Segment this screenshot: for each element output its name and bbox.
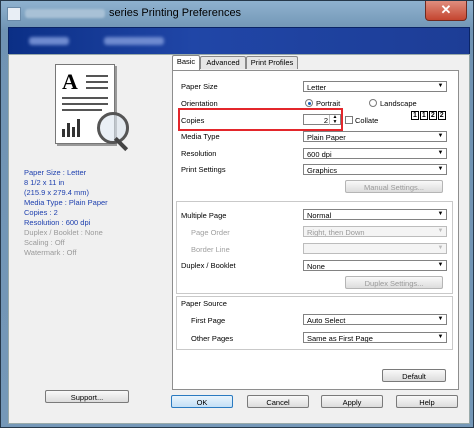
apply-button[interactable]: Apply [321,395,383,408]
first-page-label: First Page [191,316,226,325]
resolution-select[interactable]: 600 dpi ▼ [303,148,447,159]
preview-text-line [86,75,108,77]
duplex-booklet-select[interactable]: None ▼ [303,260,447,271]
chevron-down-icon: ▼ [437,133,444,139]
chevron-down-icon: ▼ [437,150,444,156]
manual-settings-button[interactable]: Manual Settings... [345,180,443,193]
collate-pages-icon: 1122 [411,111,446,120]
paper-size-label: Paper Size [181,82,218,91]
duplex-booklet-value: None [307,262,325,271]
summary-scaling: Scaling : Off [24,238,65,247]
multiple-page-label: Multiple Page [181,211,227,220]
summary-media-type: Media Type : Plain Paper [24,198,108,207]
paper-source-label: Paper Source [181,299,227,308]
support-button[interactable]: Support... [45,390,129,403]
close-button[interactable]: ✕ [425,1,467,21]
chevron-down-icon: ▼ [437,83,444,89]
preview-letter: A [62,69,78,94]
printing-preferences-window: series Printing Preferences ✕ A Paper Si… [0,0,474,428]
summary-duplex: Duplex / Booklet : None [24,228,103,237]
paper-size-value: Letter [307,83,327,92]
settings-summary: Paper Size : Letter 8 1/2 x 11 in (215.9… [24,168,154,258]
tab-print-profiles[interactable]: Print Profiles [246,56,298,69]
media-type-value: Plain Paper [307,133,346,142]
chevron-down-icon: ▼ [437,334,444,340]
preview-text-line [62,109,102,111]
resolution-label: Resolution [181,149,217,158]
multiple-page-value: Normal [307,211,332,220]
preview-text-line [86,87,108,89]
redacted-model-name [25,8,105,18]
copies-highlight-box [178,108,343,131]
tab-advanced[interactable]: Advanced [200,56,246,69]
preview-text-line [62,103,108,105]
orientation-label: Orientation [181,99,218,108]
duplex-booklet-label: Duplex / Booklet [181,261,236,270]
page-order-value: Right, then Down [307,228,365,237]
media-type-label: Media Type [181,132,220,141]
chevron-down-icon: ▼ [437,316,444,322]
summary-paper-size: Paper Size : Letter [24,168,87,177]
multiple-page-select[interactable]: Normal ▼ [303,209,447,220]
window-title-text: series Printing Preferences [109,7,242,19]
border-line-label: Border Line [191,245,230,254]
redacted-model-label [104,37,164,45]
chevron-down-icon: ▼ [437,211,444,217]
media-type-select[interactable]: Plain Paper ▼ [303,131,447,142]
chevron-down-icon: ▼ [437,245,444,251]
other-pages-select[interactable]: Same as First Page ▼ [303,332,447,343]
page-preview: A [49,60,129,152]
preview-text-line [62,97,108,99]
print-settings-select[interactable]: Graphics ▼ [303,164,447,175]
summary-copies: Copies : 2 [24,208,58,217]
default-button[interactable]: Default [382,369,446,382]
page-order-label: Page Order [191,228,230,237]
preview-text-line [86,81,108,83]
driver-header-banner [8,27,470,55]
paper-size-select[interactable]: Letter ▼ [303,81,447,92]
landscape-label: Landscape [380,99,417,108]
window-title: series Printing Preferences [25,7,241,19]
border-line-select[interactable]: ▼ [303,243,447,254]
resolution-value: 600 dpi [307,150,332,159]
summary-resolution: Resolution : 600 dpi [24,218,91,227]
portrait-radio[interactable] [305,99,313,107]
help-button[interactable]: Help [396,395,458,408]
chevron-down-icon: ▼ [437,166,444,172]
landscape-radio[interactable] [369,99,377,107]
print-settings-label: Print Settings [181,165,226,174]
chevron-down-icon: ▼ [437,228,444,234]
tab-basic[interactable]: Basic [172,55,200,70]
duplex-settings-button[interactable]: Duplex Settings... [345,276,443,289]
page-order-select[interactable]: Right, then Down ▼ [303,226,447,237]
other-pages-value: Same as First Page [307,334,373,343]
collate-checkbox[interactable] [345,116,353,124]
chevron-down-icon: ▼ [437,262,444,268]
redacted-brand-logo [29,37,69,45]
summary-paper-dims-in: 8 1/2 x 11 in [24,178,65,187]
summary-paper-dims-mm: (215.9 x 279.4 mm) [24,188,90,197]
print-settings-value: Graphics [307,166,338,175]
collate-label: Collate [355,116,379,125]
cancel-button[interactable]: Cancel [247,395,309,408]
first-page-value: Auto Select [307,316,346,325]
other-pages-label: Other Pages [191,334,234,343]
summary-watermark: Watermark : Off [24,248,77,257]
printer-app-icon [7,7,21,21]
first-page-select[interactable]: Auto Select ▼ [303,314,447,325]
title-bar[interactable]: series Printing Preferences ✕ [1,1,473,26]
portrait-label: Portrait [316,99,341,108]
ok-button[interactable]: OK [171,395,233,408]
preview-bar-graphic [62,117,84,137]
